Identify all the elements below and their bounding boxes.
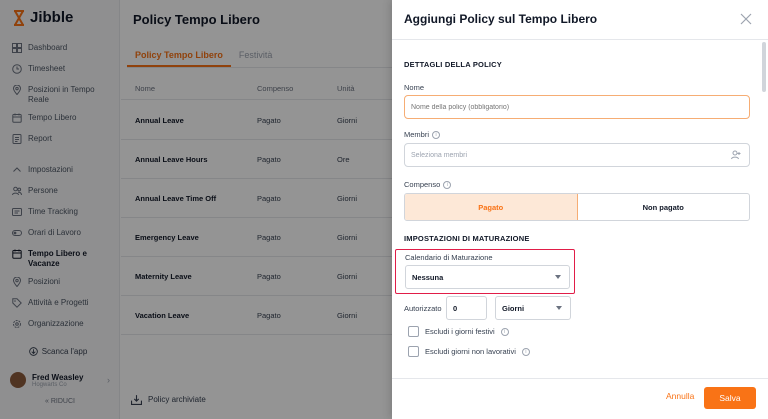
exclude-holidays-label: Escludi i giorni festivi <box>425 327 495 336</box>
section-policy-details: DETTAGLI DELLA POLICY <box>404 60 502 69</box>
exclude-nonworking-label: Escludi giorni non lavorativi <box>425 347 516 356</box>
authorized-label-text: Autorizzato <box>404 304 442 313</box>
compensation-unpaid-option[interactable]: Non pagato <box>578 194 750 220</box>
exclude-nonworking-row: Escludi giorni non lavorativi i <box>408 346 530 357</box>
info-icon[interactable]: i <box>521 347 530 356</box>
authorized-amount-input[interactable]: 0 <box>446 296 487 320</box>
save-button[interactable]: Salva <box>704 387 756 409</box>
scrollbar[interactable] <box>762 42 766 92</box>
compensation-label: Compenso i <box>404 180 452 189</box>
compensation-paid-option[interactable]: Pagato <box>405 194 578 220</box>
policy-name-input[interactable] <box>404 95 750 119</box>
exclude-holidays-row: Escludi i giorni festivi i <box>408 326 509 337</box>
section-accrual-settings: IMPOSTAZIONI DI MATURAZIONE <box>404 234 530 243</box>
name-label-text: Nome <box>404 83 425 92</box>
close-icon[interactable] <box>740 13 752 25</box>
add-person-icon <box>731 150 741 160</box>
info-icon[interactable]: i <box>432 130 441 139</box>
compensation-label-text: Compenso <box>404 180 441 189</box>
members-label-text: Membri <box>404 130 430 139</box>
add-policy-drawer: Aggiungi Policy sul Tempo Libero DETTAGL… <box>392 0 768 419</box>
compensation-toggle: Pagato Non pagato <box>404 193 750 221</box>
exclude-holidays-checkbox[interactable] <box>408 326 419 337</box>
members-placeholder: Seleziona membri <box>411 151 468 159</box>
authorized-amount-value: 0 <box>453 303 458 313</box>
drawer-header: Aggiungi Policy sul Tempo Libero <box>392 0 768 40</box>
accrual-calendar-highlight <box>395 249 575 294</box>
drawer-footer: Annulla Salva <box>392 378 768 419</box>
authorized-unit-value: Giorni <box>502 303 525 313</box>
caret-down-icon <box>556 306 562 310</box>
members-select[interactable]: Seleziona membri <box>404 143 750 167</box>
authorized-unit-select[interactable]: Giorni <box>495 296 571 320</box>
modal-backdrop[interactable] <box>0 0 392 419</box>
info-icon[interactable]: i <box>443 180 452 189</box>
name-label: Nome <box>404 83 424 92</box>
cancel-button[interactable]: Annulla <box>666 391 694 401</box>
drawer-title: Aggiungi Policy sul Tempo Libero <box>404 12 598 26</box>
info-icon[interactable]: i <box>500 327 509 336</box>
members-label: Membri i <box>404 130 441 139</box>
exclude-nonworking-checkbox[interactable] <box>408 346 419 357</box>
authorized-label: Autorizzato <box>404 304 442 313</box>
